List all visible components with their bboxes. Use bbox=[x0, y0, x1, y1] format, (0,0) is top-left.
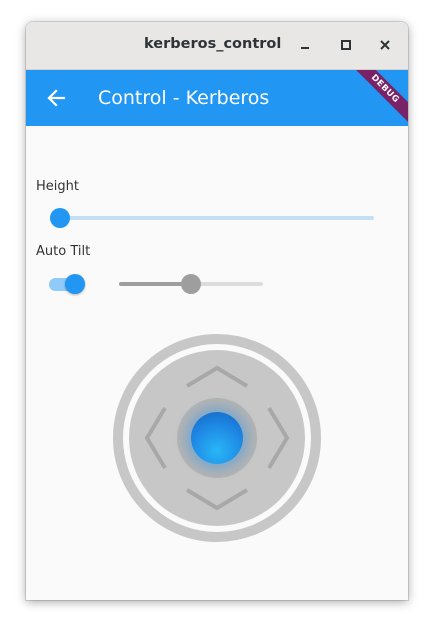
app-bar: Control - Kerberos DEBUG bbox=[26, 70, 408, 126]
window-title: kerberos_control bbox=[144, 36, 282, 52]
switch-thumb bbox=[65, 274, 85, 294]
height-slider-thumb[interactable] bbox=[50, 208, 70, 228]
auto-tilt-label: Auto Tilt bbox=[36, 244, 91, 259]
minimize-icon[interactable] bbox=[294, 34, 316, 56]
height-slider-track[interactable] bbox=[60, 216, 374, 220]
joystick-knob[interactable] bbox=[191, 412, 243, 464]
window-titlebar[interactable]: kerberos_control bbox=[26, 22, 408, 70]
arrow-left-icon bbox=[47, 89, 66, 107]
page-title: Control - Kerberos bbox=[98, 87, 270, 109]
maximize-icon[interactable] bbox=[334, 34, 356, 56]
height-label: Height bbox=[36, 179, 79, 194]
app-window: kerberos_control Control - Kerberos DEBU… bbox=[26, 22, 408, 600]
close-icon[interactable] bbox=[374, 34, 396, 56]
auto-tilt-switch[interactable] bbox=[48, 272, 86, 296]
back-button[interactable] bbox=[36, 78, 76, 118]
tilt-slider-thumb[interactable] bbox=[181, 274, 201, 294]
debug-banner: DEBUG bbox=[348, 70, 408, 126]
joystick[interactable] bbox=[112, 333, 322, 543]
